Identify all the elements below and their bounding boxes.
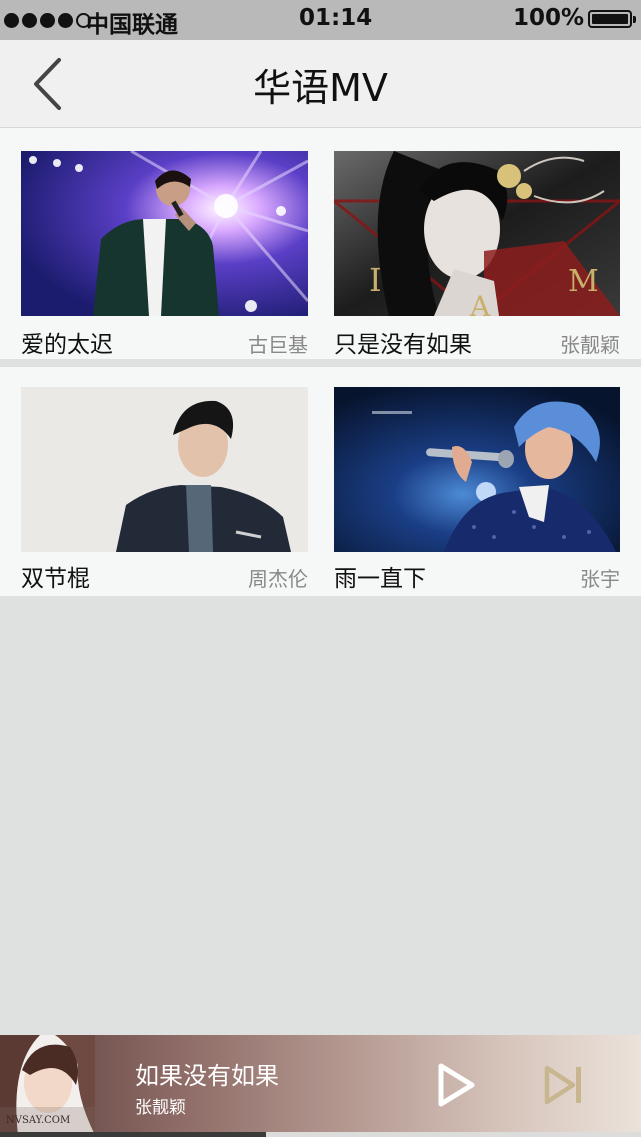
now-playing-cover[interactable]: NVSAY.COM	[0, 1035, 95, 1135]
video-grid-row: 爱的太迟 古巨基 I A M 只是没有如果 张靓颖	[0, 128, 641, 359]
album-letter-a: A	[469, 290, 491, 316]
battery-icon	[588, 10, 636, 28]
next-track-button[interactable]	[543, 1064, 587, 1106]
play-button[interactable]	[436, 1062, 476, 1108]
signal-dot	[58, 12, 73, 28]
video-card[interactable]: 爱的太迟 古巨基	[21, 151, 308, 358]
video-title: 只是没有如果	[334, 332, 472, 358]
signal-dot	[40, 12, 55, 28]
video-title: 雨一直下	[334, 566, 426, 592]
video-thumbnail	[21, 387, 308, 552]
signal-dot	[22, 12, 37, 28]
signal-dot	[4, 12, 19, 28]
album-letter-i: I	[369, 261, 382, 299]
video-title: 双节棍	[21, 566, 90, 592]
video-thumbnail: I A M	[334, 151, 620, 316]
play-icon	[438, 1063, 475, 1107]
row-divider	[0, 359, 641, 367]
status-time: 01:14	[299, 5, 373, 31]
skip-next-icon	[544, 1065, 581, 1105]
video-card[interactable]: I A M 只是没有如果 张靓颖	[334, 151, 620, 358]
signal-strength-icon	[4, 11, 91, 29]
video-artist: 张宇	[580, 567, 620, 591]
video-artist: 周杰伦	[248, 567, 308, 591]
video-thumbnail	[21, 151, 308, 316]
playback-progress-fill	[0, 1132, 266, 1137]
battery-percent: 100%	[513, 5, 585, 31]
video-grid-row: 双节棍 周杰伦 雨一直下 张宇	[0, 367, 641, 596]
now-playing-artist: 张靓颖	[135, 1098, 186, 1118]
status-bar: 中国联通 01:14 100%	[0, 0, 641, 40]
video-artist: 张靓颖	[560, 333, 620, 357]
cover-watermark: NVSAY.COM	[6, 1115, 70, 1126]
video-artist: 古巨基	[248, 333, 308, 357]
carrier-name: 中国联通	[86, 12, 178, 38]
navigation-bar: 华语MV	[0, 40, 641, 128]
video-title: 爱的太迟	[21, 332, 113, 358]
album-letter-m: M	[568, 264, 599, 299]
video-card[interactable]: 雨一直下 张宇	[334, 387, 620, 592]
now-playing-title: 如果没有如果	[135, 1062, 279, 1090]
mini-player[interactable]: NVSAY.COM 如果没有如果 张靓颖	[0, 1035, 641, 1137]
video-card[interactable]: 双节棍 周杰伦	[21, 387, 308, 592]
playback-progress-bar[interactable]	[0, 1132, 641, 1137]
page-title: 华语MV	[253, 66, 388, 110]
video-thumbnail	[334, 387, 620, 552]
